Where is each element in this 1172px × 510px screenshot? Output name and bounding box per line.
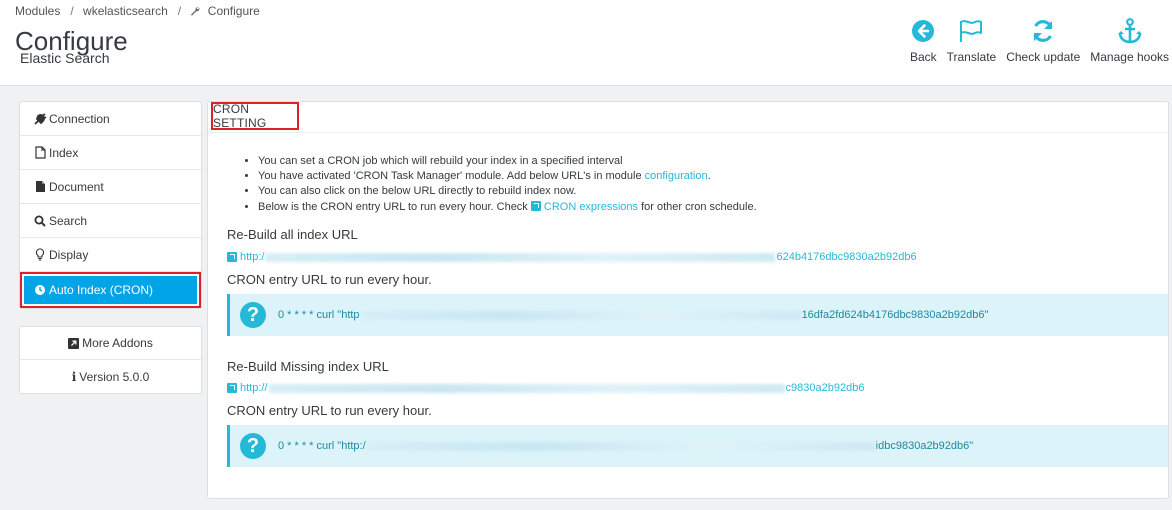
- sidebar-item-display[interactable]: Display: [20, 238, 201, 272]
- translate-button[interactable]: Translate: [944, 16, 1000, 64]
- external-link-icon: [68, 337, 80, 349]
- rebuild-all-url-link[interactable]: http:/ 624b4176dbc9830a2b92db6: [227, 251, 917, 263]
- rebuild-all-title: Re-Build all index URL: [227, 227, 358, 242]
- check-update-button[interactable]: Check update: [1003, 16, 1083, 64]
- panel-heading: CRON SETTING: [211, 102, 299, 130]
- panel-divider: [208, 132, 1168, 133]
- translate-label: Translate: [946, 50, 997, 64]
- sidebar-item-label: Index: [49, 145, 79, 160]
- page-header: Modules / wkelasticsearch / Configure Conf…: [0, 0, 1172, 86]
- lightbulb-icon: [33, 248, 47, 261]
- document-icon: [33, 180, 47, 193]
- back-label: Back: [909, 50, 937, 64]
- sidebar-item-label: Display: [49, 247, 89, 262]
- refresh-icon: [1030, 16, 1056, 46]
- sidebar-item-index[interactable]: Index: [20, 136, 201, 170]
- rebuild-missing-cron-label: CRON entry URL to run every hour.: [227, 403, 432, 418]
- question-icon: ?: [240, 302, 266, 328]
- rebuild-all-cron-label: CRON entry URL to run every hour.: [227, 272, 432, 287]
- more-addons-link[interactable]: More Addons: [20, 327, 201, 360]
- sidebar-item-auto-index-cron[interactable]: Auto Index (CRON): [20, 272, 201, 308]
- manage-hooks-button[interactable]: Manage hooks: [1087, 16, 1172, 64]
- redacted-url: [360, 310, 801, 320]
- sidebar-nav: Connection Index Document Search Display: [19, 101, 202, 309]
- rebuild-all-cron-command: 0 * * * * curl "http 16dfa2fd624b4176dbc…: [278, 309, 989, 321]
- external-link-icon: [530, 200, 541, 211]
- info-item: You have activated 'CRON Task Manager' m…: [258, 169, 757, 184]
- search-icon: [33, 215, 47, 227]
- breadcrumb-wkelasticsearch[interactable]: wkelasticsearch: [83, 4, 168, 18]
- breadcrumb-modules[interactable]: Modules: [15, 4, 60, 18]
- flag-icon: [958, 16, 984, 46]
- sidebar-item-search[interactable]: Search: [20, 204, 201, 238]
- version-label: Version 5.0.0: [79, 369, 150, 384]
- sidebar: Connection Index Document Search Display: [19, 101, 202, 394]
- configuration-link[interactable]: configuration: [645, 170, 708, 182]
- sidebar-item-document[interactable]: Document: [20, 170, 201, 204]
- rebuild-missing-cron-alert: ? 0 * * * * curl "http:/ idbc9830a2b92db…: [227, 425, 1168, 467]
- cron-expressions-link[interactable]: CRON expressions: [544, 201, 638, 213]
- info-item: You can set a CRON job which will rebuil…: [258, 154, 757, 169]
- sidebar-item-label: Search: [49, 213, 88, 228]
- external-link-icon: [227, 383, 237, 393]
- breadcrumb: Modules / wkelasticsearch / Configure: [15, 4, 260, 19]
- anchor-icon: [1116, 16, 1144, 46]
- external-link-icon: [227, 252, 237, 262]
- cron-settings-panel: CRON SETTING You can set a CRON job whic…: [207, 101, 1169, 499]
- toolbar: Back Translate Check update Manage hooks: [903, 16, 1172, 64]
- plug-icon: [33, 112, 47, 125]
- sidebar-addons: More Addons i Version 5.0.0: [19, 326, 202, 394]
- question-icon: ?: [240, 433, 266, 459]
- file-icon: [33, 146, 47, 159]
- info-icon: i: [71, 369, 77, 384]
- clock-icon: [33, 284, 47, 296]
- rebuild-all-cron-alert: ? 0 * * * * curl "http 16dfa2fd624b4176d…: [227, 294, 1168, 336]
- breadcrumb-configure: Configure: [207, 4, 260, 18]
- more-addons-label: More Addons: [82, 336, 153, 350]
- rebuild-missing-title: Re-Build Missing index URL: [227, 359, 389, 374]
- redacted-url: [366, 441, 875, 451]
- sidebar-item-label: Auto Index (CRON): [49, 283, 154, 297]
- manage-hooks-label: Manage hooks: [1090, 50, 1169, 64]
- back-arrow-icon: [911, 16, 935, 46]
- wrench-icon: [190, 5, 200, 19]
- redacted-url: [265, 252, 776, 262]
- sidebar-item-connection[interactable]: Connection: [20, 102, 201, 136]
- info-item: You can also click on the below URL dire…: [258, 184, 757, 199]
- sidebar-item-label: Connection: [49, 111, 110, 126]
- info-list: You can set a CRON job which will rebuil…: [258, 154, 757, 215]
- rebuild-missing-url-link[interactable]: http:// c9830a2b92db6: [227, 382, 864, 394]
- sidebar-item-label: Document: [49, 179, 104, 194]
- info-item: Below is the CRON entry URL to run every…: [258, 200, 757, 215]
- version-item: i Version 5.0.0: [20, 360, 201, 393]
- page-subtitle: Elastic Search: [20, 50, 110, 66]
- back-button[interactable]: Back: [907, 16, 940, 64]
- redacted-url: [268, 383, 785, 393]
- rebuild-missing-cron-command: 0 * * * * curl "http:/ idbc9830a2b92db6": [278, 440, 974, 452]
- check-update-label: Check update: [1006, 50, 1081, 64]
